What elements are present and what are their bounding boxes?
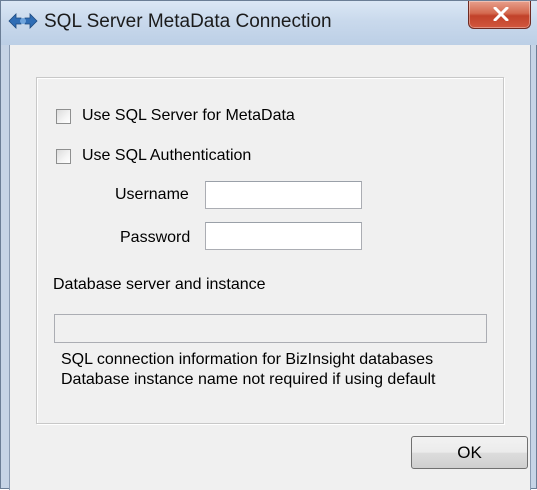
use-sql-server-checkbox[interactable] [56,108,71,124]
window-title: SQL Server MetaData Connection [44,11,332,32]
sql-server-connection-icon [8,10,38,32]
username-label: Username [115,186,189,203]
help-text-line-1: SQL connection information for BizInsigh… [61,351,434,368]
use-sql-server-label: Use SQL Server for MetaData [82,107,295,124]
help-text-line-2: Database instance name not required if u… [61,371,436,388]
use-sql-auth-checkbox[interactable] [56,148,71,164]
dialog-body: Use SQL Server for MetaData Use SQL Auth… [9,45,531,490]
use-sql-server-checkbox-row[interactable]: Use SQL Server for MetaData [56,105,295,127]
server-instance-label: Database server and instance [53,276,266,293]
use-sql-auth-label: Use SQL Authentication [82,147,252,164]
username-field[interactable] [205,181,362,209]
use-sql-auth-checkbox-row[interactable]: Use SQL Authentication [56,145,251,167]
password-label: Password [120,229,191,246]
server-instance-field[interactable] [54,314,487,343]
title-bar[interactable]: SQL Server MetaData Connection [1,1,537,45]
ok-button[interactable]: OK [411,436,528,469]
password-field[interactable] [205,222,362,250]
close-button[interactable] [468,1,531,29]
dialog-window: SQL Server MetaData Connection Use SQL S… [0,0,537,490]
